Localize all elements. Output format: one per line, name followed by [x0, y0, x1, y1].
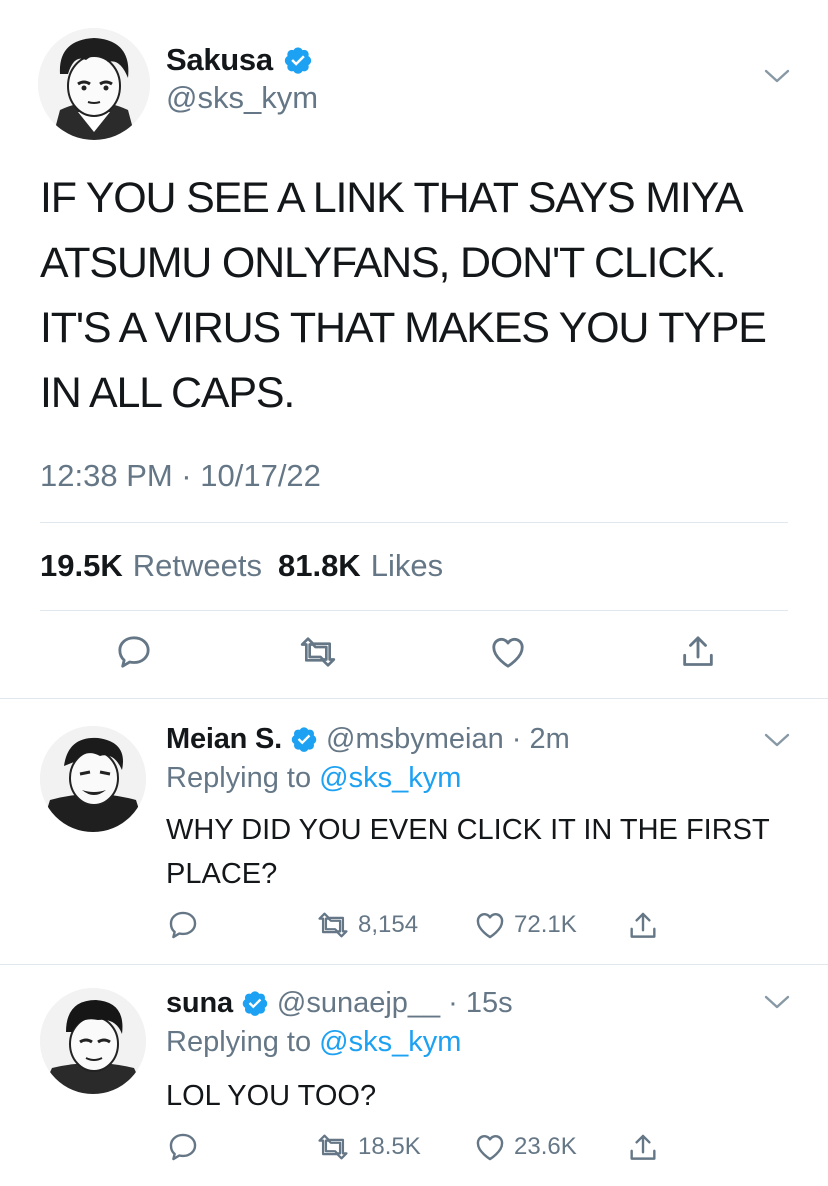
like-count: 72.1K	[514, 911, 577, 938]
separator-dot: ·	[511, 722, 522, 755]
reply-icon[interactable]	[108, 626, 160, 678]
reply-author-row: Meian S. @msbymeian · 2m	[166, 718, 570, 760]
retweets-label[interactable]: Retweets	[133, 548, 262, 584]
display-name[interactable]: suna	[166, 987, 233, 1020]
retweet-button[interactable]: 8,154	[314, 908, 418, 942]
divider	[40, 610, 788, 611]
retweet-icon	[318, 1134, 348, 1160]
reply-time[interactable]: 2m	[529, 723, 569, 756]
retweet-button[interactable]: 18.5K	[314, 1130, 421, 1164]
tweet-thread: Sakusa @sks_kym IF YOU SEE A LINK THAT S…	[0, 0, 828, 1186]
avatar[interactable]	[40, 988, 146, 1094]
verified-badge-icon	[290, 725, 318, 753]
reply-time[interactable]: 15s	[466, 987, 513, 1020]
separator-dot: ·	[448, 986, 458, 1019]
avatar-illustration	[40, 726, 146, 832]
reply-tweet: suna @sunaejp__ · 15s Replying to @sks_k…	[0, 964, 828, 1186]
like-button[interactable]: 23.6K	[472, 1130, 577, 1164]
engagement-stats: 19.5K Retweets 81.8K Likes	[40, 548, 449, 584]
tweet-actions: 8,154 72.1K	[0, 908, 828, 948]
reply-tweet: Meian S. @msbymeian · 2m Replying to @sk…	[0, 698, 828, 964]
verified-badge-icon	[241, 989, 269, 1017]
heart-icon[interactable]	[482, 626, 534, 678]
like-count: 23.6K	[514, 1133, 577, 1160]
display-name[interactable]: Meian S.	[166, 723, 282, 756]
replying-to-label: Replying to	[166, 1026, 312, 1058]
avatar[interactable]	[40, 726, 146, 832]
share-icon[interactable]	[626, 908, 660, 944]
author-handle[interactable]: @msbymeian	[326, 723, 504, 756]
tweet-text: IF YOU SEE A LINK THAT SAYS MIYA ATSUMU …	[40, 174, 767, 417]
divider	[40, 522, 788, 523]
share-icon[interactable]	[672, 626, 724, 678]
verified-badge-icon	[283, 45, 313, 75]
chevron-down-icon[interactable]	[762, 66, 792, 86]
chevron-down-icon[interactable]	[762, 730, 792, 750]
share-icon[interactable]	[626, 1130, 660, 1166]
likes-count[interactable]: 81.8K	[278, 548, 361, 584]
replying-to-link[interactable]: @sks_kym	[319, 1026, 461, 1058]
replying-to-label: Replying to	[166, 762, 312, 794]
retweet-count: 18.5K	[358, 1133, 421, 1160]
reply-author-row: suna @sunaejp__ · 15s	[166, 982, 513, 1024]
tweet-actions	[0, 626, 828, 686]
replying-to-line: Replying to @sks_kym	[166, 762, 461, 795]
replying-to-link[interactable]: @sks_kym	[319, 762, 461, 794]
tweet-timestamp[interactable]: 12:38 PM · 10/17/22	[40, 458, 321, 494]
heart-icon	[476, 1135, 504, 1161]
author-row: Sakusa	[166, 40, 313, 80]
retweet-icon[interactable]	[292, 626, 344, 678]
tweet-actions: 18.5K 23.6K	[0, 1130, 828, 1170]
author-handle[interactable]: @sunaejp__	[277, 987, 440, 1020]
main-tweet: Sakusa @sks_kym IF YOU SEE A LINK THAT S…	[0, 0, 828, 700]
retweets-count[interactable]: 19.5K	[40, 548, 123, 584]
likes-label[interactable]: Likes	[371, 548, 443, 584]
heart-icon	[476, 913, 504, 939]
tweet-text: WHY DID YOU EVEN CLICK IT IN THE FIRST P…	[166, 814, 770, 890]
chevron-down-icon[interactable]	[762, 992, 792, 1012]
reply-icon[interactable]	[166, 1130, 200, 1164]
author-handle[interactable]: @sks_kym	[166, 80, 318, 116]
replying-to-line: Replying to @sks_kym	[166, 1026, 461, 1059]
tweet-text: LOL YOU TOO?	[166, 1080, 377, 1112]
retweet-count: 8,154	[358, 911, 419, 938]
avatar-illustration	[40, 988, 146, 1094]
avatar-illustration	[38, 28, 150, 140]
avatar[interactable]	[38, 28, 150, 140]
display-name[interactable]: Sakusa	[166, 42, 273, 78]
retweet-icon	[318, 912, 348, 938]
like-button[interactable]: 72.1K	[472, 908, 577, 942]
reply-icon[interactable]	[166, 908, 200, 942]
